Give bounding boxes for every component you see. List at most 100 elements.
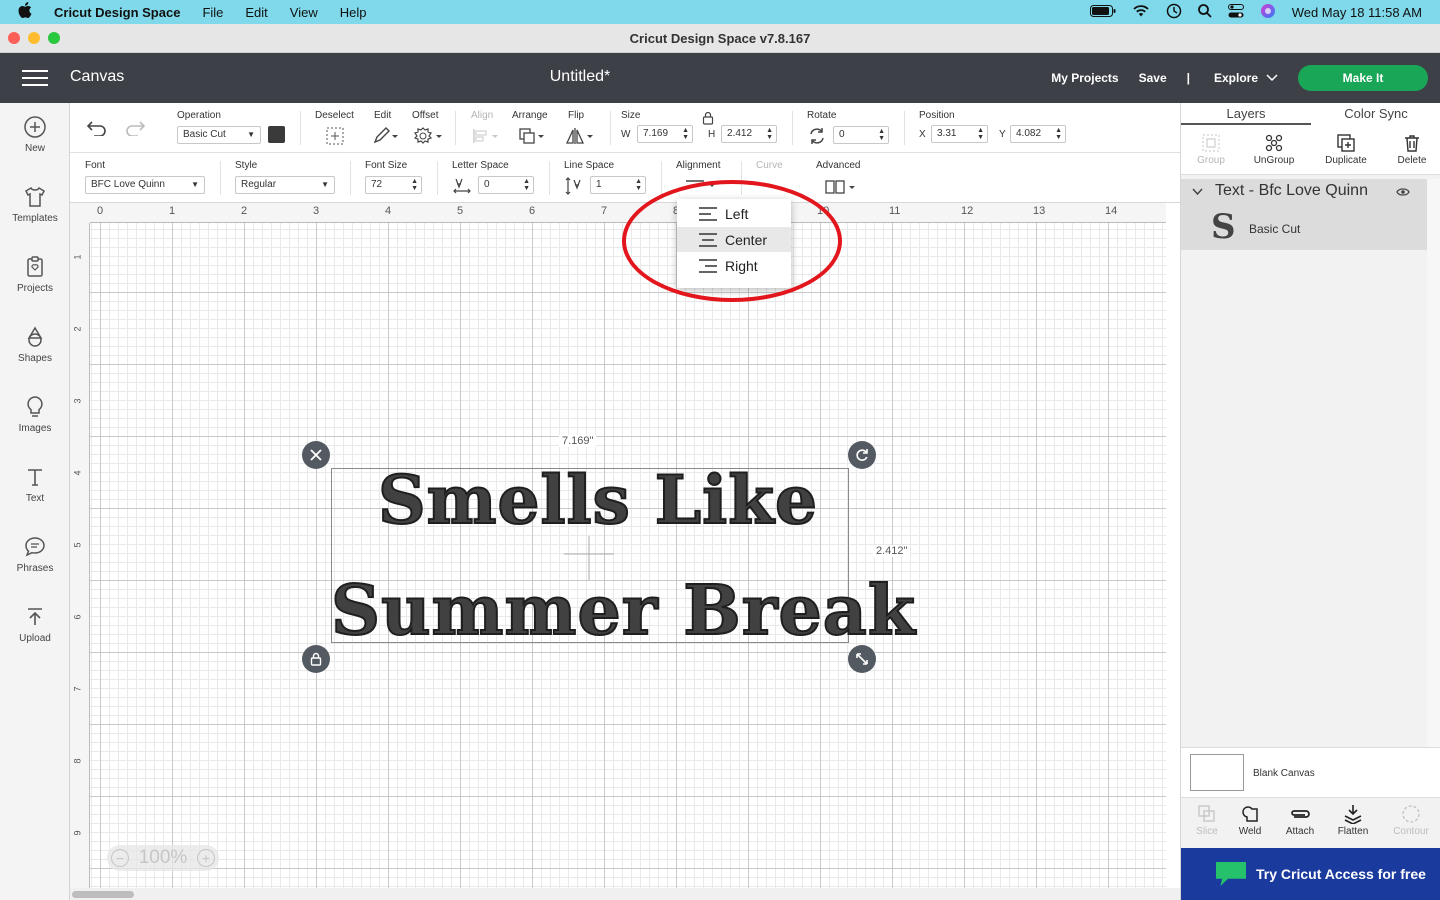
tab-layers[interactable]: Layers (1181, 106, 1311, 121)
lock-icon (310, 652, 322, 666)
menu-file[interactable]: File (202, 5, 223, 20)
group-button[interactable]: Group (1181, 133, 1241, 166)
pencil-icon[interactable] (371, 126, 399, 146)
font-label: Font (85, 160, 106, 171)
sidebar-item-new[interactable]: New (0, 115, 70, 154)
design-canvas[interactable]: 0 1 2 3 4 5 6 7 8 9 10 11 12 13 14 1 2 3… (70, 203, 1180, 900)
ungroup-button[interactable]: UnGroup (1244, 133, 1304, 166)
align-label: Align (471, 110, 494, 121)
duplicate-button[interactable]: Duplicate (1316, 133, 1376, 166)
zoom-out-button[interactable]: − (111, 849, 129, 867)
menu-view[interactable]: View (290, 5, 318, 20)
eye-icon[interactable] (1396, 187, 1410, 197)
ruler-tick-label: 4 (72, 470, 83, 476)
color-swatch[interactable] (268, 126, 285, 143)
menu-help[interactable]: Help (340, 5, 367, 20)
deselect-icon[interactable] (325, 126, 345, 146)
ruler-tick-label: 9 (72, 830, 83, 836)
sidebar-item-shapes[interactable]: Shapes (0, 325, 70, 364)
rotate-label: Rotate (807, 110, 837, 121)
height-input[interactable]: 2.412 ▲ ▼ (721, 125, 777, 143)
rotate-handle[interactable] (848, 441, 876, 469)
horizontal-scrollbar[interactable] (70, 888, 1180, 900)
undo-icon[interactable] (86, 120, 108, 136)
lock-handle[interactable] (302, 645, 330, 673)
flip-icon[interactable] (564, 126, 596, 146)
group-icon (1202, 134, 1220, 152)
blank-canvas-swatch[interactable] (1190, 754, 1244, 791)
arrange-icon[interactable] (517, 126, 547, 146)
width-label: W (621, 129, 631, 140)
canvas-text-line-2[interactable]: Summer Break (330, 570, 916, 652)
sidebar-item-upload[interactable]: Upload (0, 605, 70, 644)
line-space-label: Line Space (564, 160, 615, 171)
zoom-control: − 100% + (107, 845, 219, 871)
time-machine-icon[interactable] (1166, 3, 1182, 22)
sidebar-item-images[interactable]: Images (0, 395, 70, 434)
advanced-icon[interactable] (825, 179, 861, 195)
ruler-corner (70, 203, 90, 223)
stepper-icon: ▲ ▼ (411, 178, 418, 192)
minimize-window-button[interactable] (28, 32, 40, 44)
tab-color-sync[interactable]: Color Sync (1311, 106, 1440, 121)
position-x-input[interactable]: 3.31 ▲ ▼ (931, 125, 988, 143)
chevron-down-icon[interactable] (1192, 188, 1203, 196)
explore-menu[interactable]: Explore (1214, 71, 1278, 85)
zoom-in-button[interactable]: + (196, 849, 215, 867)
style-select[interactable]: Regular ▼ (235, 176, 335, 194)
wifi-icon[interactable] (1132, 4, 1150, 20)
operation-select[interactable]: Basic Cut ▼ (177, 126, 261, 144)
blank-canvas-item[interactable]: Blank Canvas (1181, 747, 1440, 797)
position-y-input[interactable]: 4.082 ▲ ▼ (1010, 125, 1066, 143)
my-projects-link[interactable]: My Projects (1051, 71, 1118, 85)
layer-item-text[interactable]: Text - Bfc Love Quinn S Basic Cut (1181, 179, 1427, 250)
delete-button[interactable]: Delete (1382, 133, 1440, 166)
delete-handle[interactable] (302, 441, 330, 469)
weld-icon (1242, 806, 1258, 822)
stepper-icon: ▲ ▼ (682, 127, 689, 141)
menu-edit[interactable]: Edit (245, 5, 267, 20)
sidebar-item-phrases[interactable]: Phrases (0, 535, 70, 574)
offset-icon[interactable] (413, 126, 443, 146)
ruler-tick-label: 7 (601, 205, 608, 217)
spotlight-search-icon[interactable] (1197, 3, 1212, 21)
make-it-button[interactable]: Make It (1298, 65, 1428, 91)
cricut-access-promo[interactable]: Try Cricut Access for free (1181, 848, 1440, 900)
contour-button[interactable]: Contour (1385, 804, 1437, 837)
attach-button[interactable]: Attach (1274, 804, 1326, 837)
scrollbar-thumb[interactable] (72, 891, 134, 898)
x-label: X (919, 129, 926, 140)
sidebar-item-projects[interactable]: Projects (0, 255, 70, 294)
sidebar-item-text[interactable]: Text (0, 465, 70, 504)
action-label: Attach (1285, 826, 1315, 837)
width-input[interactable]: 7.169 ▲ ▼ (637, 125, 693, 143)
sidebar-item-templates[interactable]: Templates (0, 185, 70, 224)
zoom-window-button[interactable] (48, 32, 60, 44)
ruler-tick-label: 6 (72, 614, 83, 620)
rotate-input[interactable]: 0 ▲ ▼ (833, 126, 889, 144)
siri-icon[interactable] (1260, 3, 1276, 22)
lock-ratio-icon[interactable] (702, 111, 714, 125)
advanced-label: Advanced (816, 160, 861, 171)
ungroup-icon (1265, 134, 1283, 152)
weld-button[interactable]: Weld (1224, 804, 1276, 837)
font-select[interactable]: BFC Love Quinn ▼ (85, 176, 205, 194)
canvas-text-line-1[interactable]: Smells Like (377, 460, 818, 540)
apple-menu-icon[interactable] (18, 2, 36, 22)
flatten-button[interactable]: Flatten (1327, 804, 1379, 837)
menu-app-name[interactable]: Cricut Design Space (54, 5, 180, 20)
rotate-icon[interactable] (807, 126, 827, 146)
panel-scrollbar[interactable] (1427, 179, 1440, 749)
menubar-clock[interactable]: Wed May 18 11:58 AM (1292, 5, 1422, 20)
font-size-input[interactable]: 72 ▲ ▼ (365, 176, 422, 194)
layer-title: Text - Bfc Love Quinn (1215, 182, 1368, 199)
close-window-button[interactable] (8, 32, 20, 44)
letter-space-input[interactable]: 0 ▲ ▼ (478, 176, 534, 194)
save-button[interactable]: Save (1139, 71, 1167, 85)
resize-handle[interactable] (848, 645, 876, 673)
battery-icon[interactable] (1089, 4, 1116, 20)
sidebar-item-label: Images (18, 423, 52, 434)
redo-icon[interactable] (124, 120, 146, 136)
line-space-input[interactable]: 1 ▲ ▼ (590, 176, 646, 194)
control-center-icon[interactable] (1227, 3, 1244, 21)
